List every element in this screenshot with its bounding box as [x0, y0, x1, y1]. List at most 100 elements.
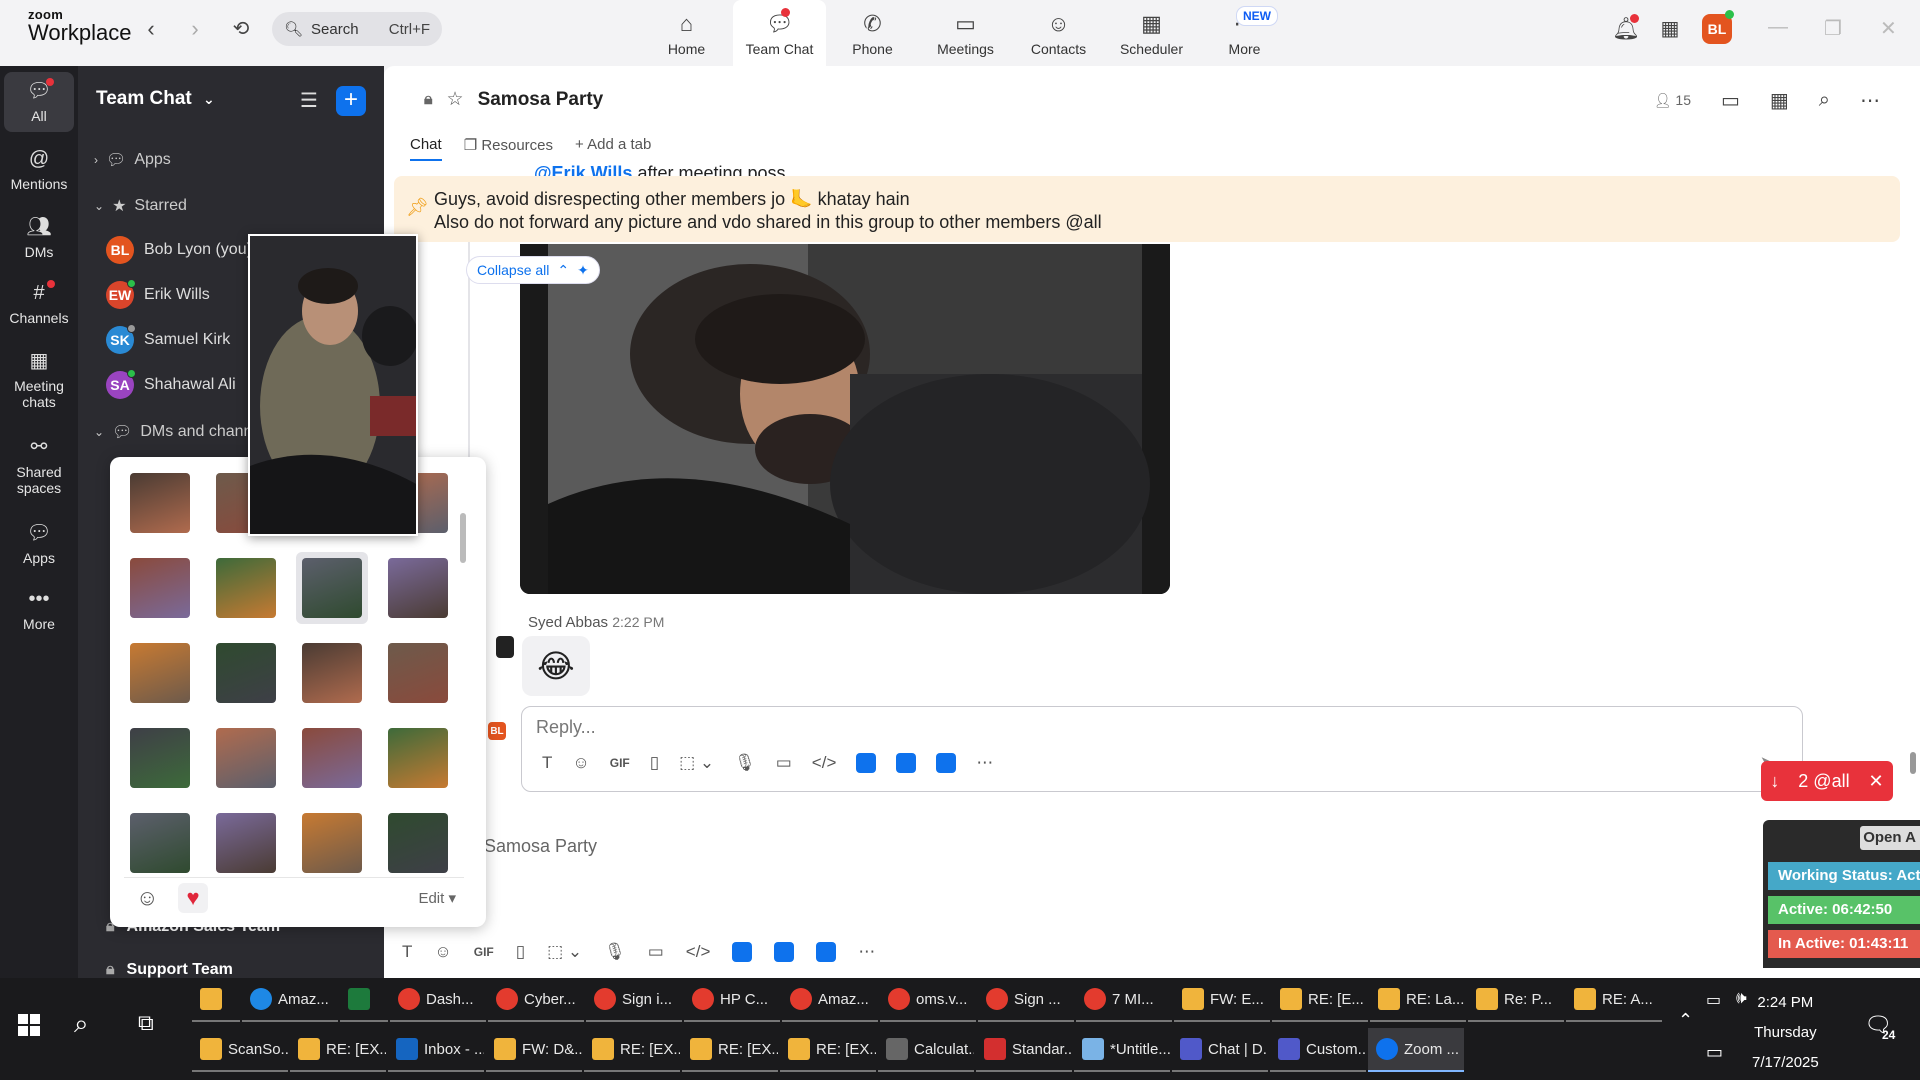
taskbar-app[interactable]: RE: [EX...: [584, 1028, 680, 1072]
more-options-icon[interactable]: ⋯: [1860, 88, 1880, 113]
taskbar-app[interactable]: RE: A...: [1566, 978, 1662, 1022]
app-icon-2[interactable]: [896, 753, 917, 773]
rail-item-all[interactable]: 💬︎ All: [4, 72, 74, 133]
taskbar-app[interactable]: Dash...: [390, 978, 486, 1022]
search-icon[interactable]: ⌕: [74, 1008, 89, 1040]
windows-start-icon[interactable]: [18, 1014, 40, 1036]
rail-item-mentions[interactable]: @ Mentions: [4, 148, 74, 192]
channel-item-support-team[interactable]: 🔒︎ Support Team: [106, 962, 233, 978]
sticker-item[interactable]: [382, 637, 454, 709]
taskbar-app[interactable]: Calculat...: [878, 1028, 974, 1072]
bell-icon[interactable]: 🔔︎: [1612, 14, 1640, 42]
tab-chat[interactable]: Chat: [410, 136, 442, 161]
more-tools-icon[interactable]: ⋯: [858, 942, 875, 962]
nav-tab-more[interactable]: NEW ⋯ More: [1198, 0, 1291, 66]
taskbar-app[interactable]: RE: [E...: [1272, 978, 1368, 1022]
system-clock[interactable]: 2:24 PM Thursday 7/17/2025: [1752, 988, 1819, 1078]
pinned-message[interactable]: 📌︎ Guys, avoid disrespecting other membe…: [394, 176, 1900, 242]
reply-input[interactable]: Reply...: [536, 717, 596, 738]
text-format-icon[interactable]: T: [542, 753, 552, 773]
video-clip-icon[interactable]: ▭: [776, 753, 792, 773]
nav-tab-phone[interactable]: ✆ Phone: [826, 0, 919, 66]
taskbar-app[interactable]: FW: D&...: [486, 1028, 582, 1072]
nav-tab-meetings[interactable]: ▭ Meetings: [919, 0, 1012, 66]
taskbar-app[interactable]: Amaz...: [242, 978, 338, 1022]
calendar-icon[interactable]: ▦: [1657, 16, 1683, 42]
taskbar-app[interactable]: Re: P...: [1468, 978, 1564, 1022]
taskbar-app[interactable]: RE: La...: [1370, 978, 1466, 1022]
screenshot-icon[interactable]: ⬚ ⌄: [547, 942, 582, 962]
starred-item-erik-wills[interactable]: EW Erik Wills: [106, 279, 210, 309]
battery-icon[interactable]: ▭: [1706, 990, 1721, 1010]
calendar-icon[interactable]: ▦: [1770, 88, 1789, 113]
microphone-icon[interactable]: 🎙︎: [604, 942, 626, 962]
code-icon[interactable]: </>: [686, 942, 711, 962]
sticker-item[interactable]: [210, 637, 282, 709]
file-icon[interactable]: ▯: [650, 753, 659, 773]
emoji-message[interactable]: 😂: [522, 636, 590, 696]
taskbar-app[interactable]: Zoom ...: [1368, 1028, 1464, 1072]
taskbar-app[interactable]: Sign i...: [586, 978, 682, 1022]
search-icon[interactable]: ⌕: [1819, 89, 1830, 112]
video-clip-icon[interactable]: ▭: [648, 942, 664, 962]
taskbar-app[interactable]: 7 MI...: [1076, 978, 1172, 1022]
taskbar-app[interactable]: RE: [EX...: [780, 1028, 876, 1072]
close-icon[interactable]: ✕: [1868, 771, 1883, 792]
nav-tab-scheduler[interactable]: ▦ Scheduler: [1105, 0, 1198, 66]
rail-item-meeting-chats[interactable]: ▦ Meeting chats: [4, 350, 74, 410]
rail-item-apps[interactable]: 💬︎ Apps: [4, 522, 74, 566]
taskbar-app[interactable]: Chat | D...: [1172, 1028, 1268, 1072]
panel-title[interactable]: Team Chat ⌄: [96, 88, 215, 110]
history-icon[interactable]: ⟲: [228, 16, 254, 42]
section-starred[interactable]: ⌄ ★ Starred: [94, 196, 187, 216]
volume-icon[interactable]: 🕪︎: [1736, 988, 1747, 1008]
rail-item-dms[interactable]: 👥︎ DMs: [4, 216, 74, 260]
sticker-item[interactable]: [382, 722, 454, 794]
section-apps[interactable]: › 💬︎ Apps: [94, 150, 171, 170]
taskbar-app[interactable]: Custom...: [1270, 1028, 1366, 1072]
emoji-tab-icon[interactable]: ☺: [136, 885, 158, 911]
taskbar-app[interactable]: RE: [EX...: [290, 1028, 386, 1072]
rail-item-more[interactable]: ••• More: [4, 588, 74, 632]
nav-tab-contacts[interactable]: ☺ Contacts: [1012, 0, 1105, 66]
sticker-item[interactable]: [382, 552, 454, 624]
jump-to-mentions-button[interactable]: ↓ 2 @all ✕: [1761, 761, 1893, 801]
sticker-item[interactable]: [210, 722, 282, 794]
sticker-item[interactable]: [296, 552, 368, 624]
more-tools-icon[interactable]: ⋯: [976, 753, 993, 773]
nav-tab-home[interactable]: ⌂ Home: [640, 0, 733, 66]
screenshot-icon[interactable]: ⬚ ⌄: [679, 753, 714, 773]
sticker-item[interactable]: [124, 722, 196, 794]
taskbar-app[interactable]: Inbox - ...: [388, 1028, 484, 1072]
edit-button[interactable]: Edit ▾: [418, 889, 456, 907]
gif-button[interactable]: GIF: [474, 945, 494, 959]
app-icon-1[interactable]: [732, 942, 753, 962]
scroll-thumb[interactable]: [460, 513, 466, 563]
search-input[interactable]: 🔍︎ Search Ctrl+F: [272, 12, 442, 46]
sticker-item[interactable]: [124, 807, 196, 879]
sticker-item[interactable]: [210, 807, 282, 879]
taskbar-app[interactable]: FW: E...: [1174, 978, 1270, 1022]
taskbar-app[interactable]: Cyber...: [488, 978, 584, 1022]
sticker-item[interactable]: [124, 637, 196, 709]
microphone-icon[interactable]: 🎙︎: [734, 753, 756, 773]
app-icon-3[interactable]: [936, 753, 957, 773]
rail-item-channels[interactable]: # Channels: [4, 280, 74, 326]
taskbar-app[interactable]: ScanSo...: [192, 1028, 288, 1072]
app-icon-1[interactable]: [856, 753, 877, 773]
tray-expand-icon[interactable]: ⌃: [1678, 1010, 1693, 1031]
emoji-icon[interactable]: ☺: [572, 753, 589, 773]
taskbar-app[interactable]: [192, 978, 240, 1022]
filter-icon[interactable]: ☰: [300, 88, 318, 113]
open-app-button[interactable]: Open A: [1860, 826, 1920, 850]
starred-item-samuel-kirk[interactable]: SK Samuel Kirk: [106, 324, 230, 354]
star-outline-icon[interactable]: ☆: [447, 88, 464, 111]
emoji-icon[interactable]: ☺: [434, 942, 451, 962]
sticker-item[interactable]: [382, 807, 454, 879]
taskbar-app[interactable]: *Untitle...: [1074, 1028, 1170, 1072]
tab-add[interactable]: + Add a tab: [575, 136, 651, 161]
sticker-item[interactable]: [296, 807, 368, 879]
taskbar-app[interactable]: Amaz...: [782, 978, 878, 1022]
code-icon[interactable]: </>: [812, 753, 837, 773]
picker-scrollbar[interactable]: [460, 473, 466, 873]
